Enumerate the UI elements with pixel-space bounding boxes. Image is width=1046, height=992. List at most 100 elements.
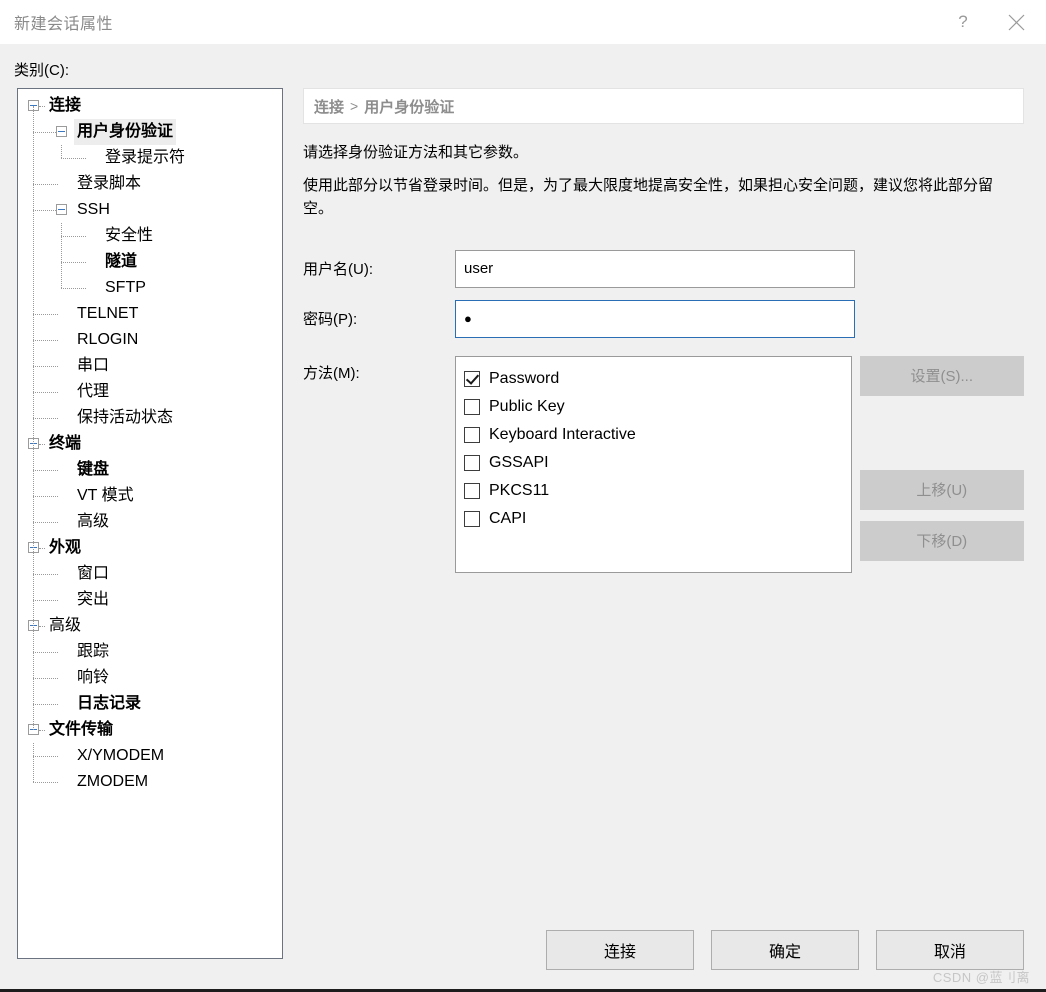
breadcrumb-parent[interactable]: 连接 (314, 96, 344, 117)
tree-item-安全性[interactable]: 安全性 (18, 223, 282, 249)
checkbox-checked-icon[interactable] (464, 370, 480, 387)
collapse-icon[interactable] (56, 126, 67, 137)
tree-item-label: 响铃 (77, 669, 110, 686)
tree-guide (33, 366, 58, 368)
tree-item-label: 键盘 (77, 461, 110, 478)
method-label: 方法(M): (303, 364, 360, 382)
tree-item-label: 终端 (49, 435, 82, 452)
tree-guide (33, 678, 58, 680)
method-item-label: Public Key (489, 397, 565, 415)
settings-button[interactable]: 设置(S)... (859, 355, 1024, 396)
checkbox-icon[interactable] (464, 398, 480, 415)
description-secondary: 使用此部分以节省登录时间。但是，为了最大限度地提高安全性，如果担心安全问题，建议… (303, 177, 994, 218)
tree-item-label: 代理 (77, 383, 110, 400)
move-down-button[interactable]: 下移(D) (859, 520, 1024, 561)
dialog-body: 类别(C): 连接 用户身份验证 登录提示符 登录脚本 SSH 安全性 隧道 SFTP TELN… (0, 44, 1046, 992)
category-tree-panel[interactable]: 连接 用户身份验证 登录提示符 登录脚本 SSH 安全性 隧道 SFTP TELNET RLOGI… (17, 88, 283, 959)
help-button[interactable]: ? (940, 0, 986, 44)
method-item-label: Password (489, 369, 560, 387)
method-row: 方法(M): Password Public Key Keyboard Intera… (303, 355, 1025, 573)
password-label: 密码(P): (303, 310, 358, 328)
tree-guide (39, 444, 45, 446)
caption-buttons: ? (940, 0, 1046, 44)
tree-item-label: 登录脚本 (77, 175, 142, 192)
tree-guide (33, 782, 58, 784)
tree-item-文件传输[interactable]: 文件传输 (18, 717, 282, 743)
tree-guide (33, 210, 56, 212)
side-buttons-spacer-2 (860, 510, 1025, 521)
checkbox-icon[interactable] (464, 454, 480, 471)
close-button[interactable] (986, 0, 1046, 44)
username-row: 用户名(U): (303, 249, 1024, 288)
tree-item-label: 日志记录 (77, 695, 142, 712)
tree-item-label: TELNET (77, 305, 139, 322)
tree-guide (33, 457, 35, 522)
move-up-button[interactable]: 上移(U) (859, 469, 1024, 510)
tree-item-label: VT 模式 (77, 487, 134, 504)
tree-guide (33, 561, 35, 600)
close-icon (1008, 14, 1024, 30)
window-title: 新建会话属性 (14, 16, 114, 33)
connect-button[interactable]: 连接 (546, 930, 694, 970)
tree-guide (33, 756, 58, 758)
tree-item-外观[interactable]: 外观 (18, 535, 282, 561)
tree-guide (61, 288, 86, 290)
tree-item-用户身份验证[interactable]: 用户身份验证 (18, 119, 282, 145)
tree-item-SFTP[interactable]: SFTP (18, 275, 282, 301)
tree-item-label: 突出 (77, 591, 110, 608)
watermark: CSDN @蓝刂离 (932, 970, 1030, 985)
tree-guide (39, 730, 45, 732)
description-primary: 请选择身份验证方法和其它参数。 (303, 144, 529, 161)
method-list[interactable]: Password Public Key Keyboard Interactive GS… (455, 355, 852, 573)
tree-item-label: 隧道 (105, 253, 138, 270)
tree-item-终端[interactable]: 终端 (18, 431, 282, 457)
tree-guide (39, 106, 45, 108)
tree-guide (33, 522, 58, 524)
tree-guide (33, 340, 58, 342)
tree-guide (61, 236, 86, 238)
username-input[interactable] (455, 249, 855, 288)
method-item-gssapi[interactable]: GSSAPI (464, 449, 851, 477)
tree-guide (33, 132, 56, 134)
method-item-label: Keyboard Interactive (489, 425, 636, 443)
tree-guide (33, 639, 35, 704)
tree-item-label: 外观 (49, 539, 82, 556)
checkbox-icon[interactable] (464, 510, 480, 527)
tree-item-SSH[interactable]: SSH (18, 197, 282, 223)
tree-item-高级[interactable]: 高级 (18, 613, 282, 639)
credentials-form: 用户名(U): 密码(P): ● 方法(M): Password Public K… (303, 249, 1025, 573)
dialog-footer: 连接 确定 取消 (0, 930, 1024, 970)
tree-guide (61, 145, 63, 158)
password-input[interactable]: ● (455, 299, 855, 338)
tree-guide (61, 223, 63, 288)
tree-item-连接[interactable]: 连接 (18, 93, 282, 119)
tree-item-label: 文件传输 (49, 721, 114, 738)
tree-item-登录提示符[interactable]: 登录提示符 (18, 145, 282, 171)
ok-button[interactable]: 确定 (711, 930, 859, 970)
tree-item-label: 跟踪 (77, 643, 110, 660)
checkbox-icon[interactable] (464, 426, 480, 443)
method-item-pkcs11[interactable]: PKCS11 (464, 477, 851, 505)
category-label: 类别(C): (14, 62, 69, 79)
breadcrumb-separator-icon: > (350, 98, 359, 114)
tree-guide (33, 704, 58, 706)
collapse-icon[interactable] (56, 204, 67, 215)
tree-item-隧道[interactable]: 隧道 (18, 249, 282, 275)
tree-guide (33, 652, 58, 654)
password-row: 密码(P): ● (303, 299, 1024, 338)
cancel-button[interactable]: 取消 (876, 930, 1024, 970)
method-item-keyboard-interactive[interactable]: Keyboard Interactive (464, 421, 851, 449)
method-item-public-key[interactable]: Public Key (464, 393, 851, 421)
username-label: 用户名(U): (303, 260, 373, 278)
method-item-capi[interactable]: CAPI (464, 505, 851, 533)
title-bar: 新建会话属性 ? (0, 0, 1046, 45)
method-item-password[interactable]: Password (464, 365, 851, 393)
tree-item-label: 窗口 (77, 565, 110, 582)
tree-item-label: X/YMODEM (77, 747, 165, 764)
method-side-buttons: 设置(S)... 上移(U) 下移(D) (859, 355, 1025, 573)
method-item-label: CAPI (489, 509, 527, 527)
tree-item-label: 登录提示符 (105, 149, 186, 166)
tree-guide (33, 600, 58, 602)
checkbox-icon[interactable] (464, 482, 480, 499)
method-item-label: PKCS11 (489, 481, 550, 499)
